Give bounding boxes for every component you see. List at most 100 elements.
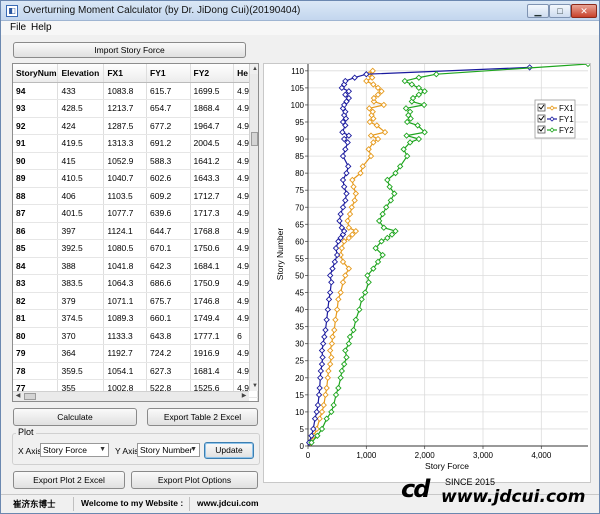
table-row[interactable]: 82 379 1071.1 675.7 1746.8 4.9: [13, 292, 258, 310]
table-cell[interactable]: 370: [57, 327, 105, 345]
table-cell[interactable]: 428.5: [57, 99, 105, 118]
table-row[interactable]: 94 433 1083.8 615.7 1699.5 4.9: [13, 82, 258, 100]
scroll-down-arrow-icon[interactable]: ▼: [250, 381, 258, 391]
table-cell[interactable]: 406: [57, 187, 105, 205]
column-header[interactable]: FY1: [146, 64, 191, 83]
table-cell[interactable]: 1681.4: [190, 362, 235, 380]
table-cell[interactable]: 401.5: [57, 204, 105, 223]
vertical-scrollbar[interactable]: ▲ ▼: [249, 64, 258, 391]
table-cell[interactable]: 78: [13, 362, 59, 380]
table-cell[interactable]: 1750.9: [190, 274, 235, 293]
table-cell[interactable]: 588.3: [146, 152, 191, 170]
maximize-button[interactable]: □: [549, 4, 571, 18]
table-cell[interactable]: 88: [13, 187, 59, 205]
table-cell[interactable]: 1192.7: [103, 344, 148, 363]
table-row[interactable]: 89 410.5 1040.7 602.6 1643.3 4.9: [13, 169, 258, 188]
table-cell[interactable]: 1071.1: [103, 292, 148, 310]
table-row[interactable]: 81 374.5 1089.3 660.1 1749.4 4.9: [13, 309, 258, 328]
table-cell[interactable]: 643.8: [146, 327, 191, 345]
vertical-scroll-thumb[interactable]: [251, 132, 258, 146]
table-cell[interactable]: 92: [13, 117, 59, 135]
table-cell[interactable]: 424: [57, 117, 105, 135]
table-cell[interactable]: 1916.9: [190, 344, 235, 363]
table-row[interactable]: 83 383.5 1064.3 686.6 1750.9 4.9: [13, 274, 258, 293]
table-cell[interactable]: 1064.3: [103, 274, 148, 293]
table-cell[interactable]: 1777.1: [190, 327, 235, 345]
table-cell[interactable]: 1083.8: [103, 82, 148, 100]
table-cell[interactable]: 654.7: [146, 99, 191, 118]
menu-help[interactable]: Help: [31, 22, 52, 33]
table-row[interactable]: 93 428.5 1213.7 654.7 1868.4 4.9: [13, 99, 258, 118]
title-bar[interactable]: ◧ Overturning Moment Calculator (by Dr. …: [1, 1, 599, 21]
table-cell[interactable]: 91: [13, 134, 59, 153]
table-cell[interactable]: 1684.1: [190, 257, 235, 275]
table-cell[interactable]: 82: [13, 292, 59, 310]
table-cell[interactable]: 1717.3: [190, 204, 235, 223]
table-cell[interactable]: 1080.5: [103, 239, 148, 258]
table-cell[interactable]: 89: [13, 169, 59, 188]
table-row[interactable]: 84 388 1041.8 642.3 1684.1 4.9: [13, 257, 258, 275]
story-force-table[interactable]: StoryNum Elevation FX1 FY1 FY2 He 94 433 1083.8…: [12, 63, 259, 402]
column-header[interactable]: Elevation: [57, 64, 105, 83]
table-row[interactable]: 87 401.5 1077.7 639.6 1717.3 4.9: [13, 204, 258, 223]
y-axis-select[interactable]: Story Number ▼: [137, 443, 200, 457]
table-cell[interactable]: 94: [13, 82, 59, 100]
table-cell[interactable]: 383.5: [57, 274, 105, 293]
table-cell[interactable]: 644.7: [146, 222, 191, 240]
table-cell[interactable]: 433: [57, 82, 105, 100]
table-cell[interactable]: 609.2: [146, 187, 191, 205]
table-row[interactable]: 86 397 1124.1 644.7 1768.8 4.9: [13, 222, 258, 240]
table-cell[interactable]: 1089.3: [103, 309, 148, 328]
table-cell[interactable]: 1964.7: [190, 117, 235, 135]
table-cell[interactable]: 1750.6: [190, 239, 235, 258]
table-cell[interactable]: 1052.9: [103, 152, 148, 170]
x-axis-select[interactable]: Story Force ▼: [40, 443, 109, 457]
table-cell[interactable]: 1041.8: [103, 257, 148, 275]
export-plot-options-button[interactable]: Export Plot Options: [131, 471, 258, 489]
scroll-left-arrow-icon[interactable]: ◀: [13, 392, 23, 401]
table-cell[interactable]: 1077.7: [103, 204, 148, 223]
minimize-button[interactable]: ▁: [527, 4, 549, 18]
table-cell[interactable]: 2004.5: [190, 134, 235, 153]
horizontal-scroll-thumb[interactable]: [24, 393, 36, 400]
table-cell[interactable]: 86: [13, 222, 59, 240]
table-cell[interactable]: 81: [13, 309, 59, 328]
table-cell[interactable]: 1213.7: [103, 99, 148, 118]
table-cell[interactable]: 359.5: [57, 362, 105, 380]
table-cell[interactable]: 691.2: [146, 134, 191, 153]
table-cell[interactable]: 602.6: [146, 169, 191, 188]
table-cell[interactable]: 677.2: [146, 117, 191, 135]
table-cell[interactable]: 686.6: [146, 274, 191, 293]
scroll-right-arrow-icon[interactable]: ▶: [239, 392, 249, 401]
column-header[interactable]: FX1: [103, 64, 148, 83]
export-table-button[interactable]: Export Table 2 Excel: [147, 408, 258, 426]
table-cell[interactable]: 93: [13, 99, 59, 118]
table-row[interactable]: 88 406 1103.5 609.2 1712.7 4.9: [13, 187, 258, 205]
table-cell[interactable]: 1313.3: [103, 134, 148, 153]
table-cell[interactable]: 1133.3: [103, 327, 148, 345]
table-cell[interactable]: 379: [57, 292, 105, 310]
update-plot-button[interactable]: Update: [204, 442, 254, 459]
status-website-link[interactable]: www.jdcui.com: [197, 498, 259, 508]
table-cell[interactable]: 79: [13, 344, 59, 363]
table-row[interactable]: 90 415 1052.9 588.3 1641.2 4.9: [13, 152, 258, 170]
table-cell[interactable]: 675.7: [146, 292, 191, 310]
table-row[interactable]: 79 364 1192.7 724.2 1916.9 4.9: [13, 344, 258, 363]
table-cell[interactable]: 364: [57, 344, 105, 363]
table-row[interactable]: 85 392.5 1080.5 670.1 1750.6 4.9: [13, 239, 258, 258]
table-cell[interactable]: 84: [13, 257, 59, 275]
table-row[interactable]: 92 424 1287.5 677.2 1964.7 4.9: [13, 117, 258, 135]
table-cell[interactable]: 615.7: [146, 82, 191, 100]
table-row[interactable]: 91 419.5 1313.3 691.2 2004.5 4.9: [13, 134, 258, 153]
table-cell[interactable]: 1643.3: [190, 169, 235, 188]
table-cell[interactable]: 85: [13, 239, 59, 258]
table-cell[interactable]: 724.2: [146, 344, 191, 363]
table-cell[interactable]: 1641.2: [190, 152, 235, 170]
table-cell[interactable]: 419.5: [57, 134, 105, 153]
table-cell[interactable]: 1749.4: [190, 309, 235, 328]
table-cell[interactable]: 1054.1: [103, 362, 148, 380]
horizontal-scrollbar[interactable]: ◀ ▶: [13, 391, 249, 401]
table-row[interactable]: 78 359.5 1054.1 627.3 1681.4 4.9: [13, 362, 258, 380]
column-header[interactable]: FY2: [190, 64, 235, 83]
table-cell[interactable]: 1124.1: [103, 222, 148, 240]
